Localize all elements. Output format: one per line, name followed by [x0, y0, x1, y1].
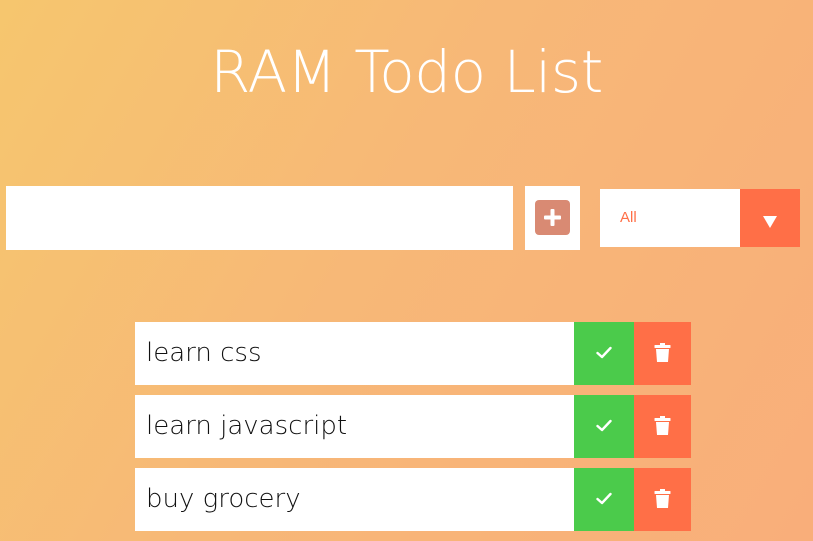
- check-icon: [596, 419, 612, 432]
- delete-button[interactable]: [634, 322, 691, 385]
- todo-text: learn javascript: [135, 395, 574, 458]
- add-todo-button[interactable]: [525, 186, 580, 250]
- todo-item: buy grocery: [135, 468, 691, 531]
- todo-item: learn css: [135, 322, 691, 385]
- delete-button[interactable]: [634, 468, 691, 531]
- todo-input[interactable]: [6, 186, 513, 250]
- complete-button[interactable]: [574, 322, 634, 385]
- trash-icon: [654, 489, 671, 508]
- todo-item: learn javascript: [135, 395, 691, 458]
- todo-list: learn css learn javascript buy grocery: [135, 322, 691, 541]
- complete-button[interactable]: [574, 468, 634, 531]
- todo-text: learn css: [135, 322, 574, 385]
- filter-select[interactable]: All: [600, 189, 800, 247]
- trash-icon: [654, 416, 671, 435]
- caret-down-icon[interactable]: [740, 189, 800, 247]
- check-icon: [596, 492, 612, 505]
- trash-icon: [654, 343, 671, 362]
- filter-selected-value: All: [620, 209, 637, 226]
- todo-text: buy grocery: [135, 468, 574, 531]
- complete-button[interactable]: [574, 395, 634, 458]
- plus-icon: [535, 200, 570, 235]
- check-icon: [596, 346, 612, 359]
- delete-button[interactable]: [634, 395, 691, 458]
- page-title: RAM Todo List: [210, 37, 603, 106]
